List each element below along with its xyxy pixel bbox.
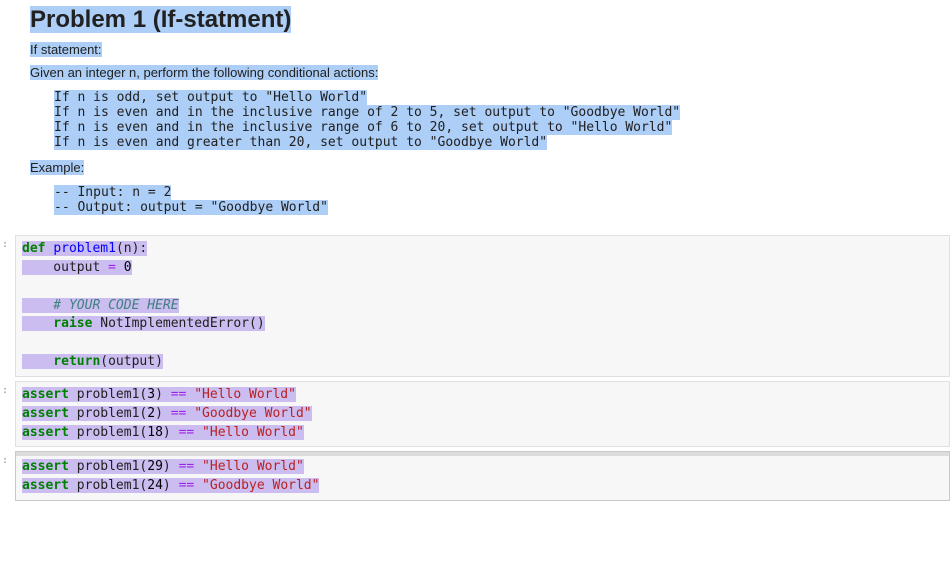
problem-heading: Problem 1 (If-statment) xyxy=(30,6,291,33)
cell-prompt: : xyxy=(2,385,8,396)
code-cell-asserts-1[interactable]: : assert problem1(3) == "Hello World" as… xyxy=(0,381,950,448)
cell-prompt: : xyxy=(2,455,8,466)
example-block: -- Input: n = 2 -- Output: output = "Goo… xyxy=(54,185,944,215)
example-label: Example: xyxy=(30,160,944,175)
active-cell-indicator xyxy=(16,452,949,456)
conditions-block: If n is odd, set output to "Hello World"… xyxy=(54,90,944,150)
code-cell-asserts-2[interactable]: : assert problem1(29) == "Hello World" a… xyxy=(0,451,950,501)
code-cell-definition[interactable]: : def problem1(n): output = 0 # YOUR COD… xyxy=(0,235,950,377)
intro-line-1: If statement: xyxy=(30,42,944,57)
markdown-cell-problem1[interactable]: Problem 1 (If-statment) If statement: Gi… xyxy=(0,0,950,231)
intro-line-2: Given an integer n, perform the followin… xyxy=(30,65,944,80)
cell-prompt: : xyxy=(2,239,8,250)
